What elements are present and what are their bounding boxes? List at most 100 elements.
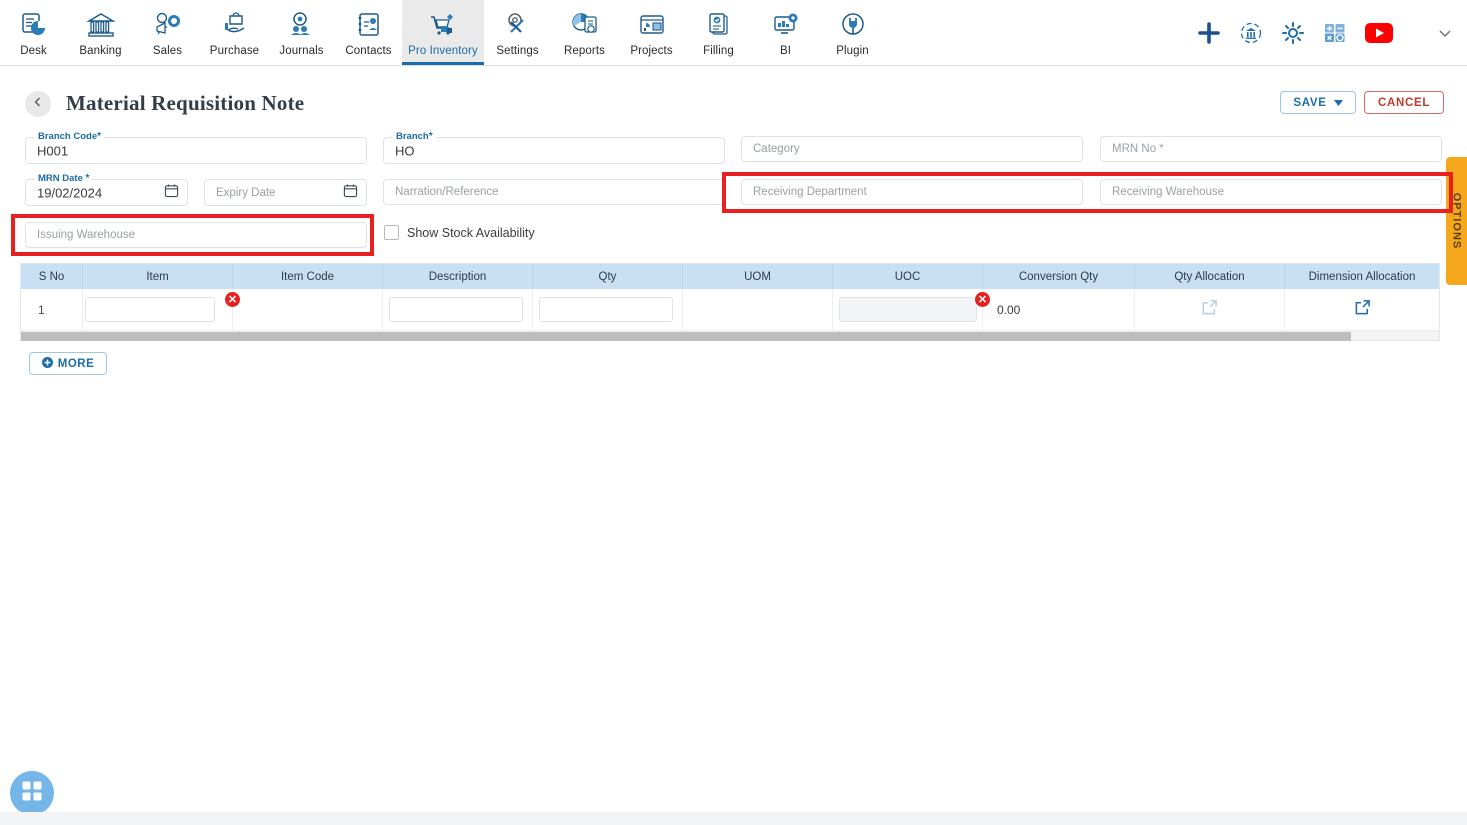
grid-apps-icon	[21, 780, 43, 807]
issuing-warehouse-placeholder: Issuing Warehouse	[37, 229, 136, 241]
grid-body: 1 ✕ ✕ 0.00	[21, 289, 1439, 331]
nav-item-filling[interactable]: Filling	[685, 0, 752, 65]
col-uom: UOM	[683, 264, 833, 289]
row-serial-number: 1	[38, 302, 45, 317]
cell-item[interactable]: ✕	[83, 289, 241, 331]
journals-gear-people-icon	[287, 8, 317, 42]
category-field[interactable]: Category	[741, 136, 1083, 162]
receiving-warehouse-field[interactable]: Receiving Warehouse	[1100, 179, 1442, 205]
mrn-no-field[interactable]: MRN No *	[1100, 136, 1442, 162]
qty-input[interactable]	[539, 297, 673, 322]
nav-item-plugin[interactable]: Plugin	[819, 0, 886, 65]
nav-label: Projects	[630, 45, 673, 57]
receiving-warehouse-placeholder: Receiving Warehouse	[1112, 186, 1225, 198]
chevron-down-icon[interactable]	[1437, 25, 1453, 41]
nav-label: Purchase	[209, 45, 260, 57]
nav-item-contacts[interactable]: Contacts	[335, 0, 402, 65]
calendar-icon[interactable]	[164, 183, 179, 203]
items-grid: S No Item Item Code Description Qty UOM …	[20, 263, 1440, 341]
narration-placeholder: Narration/Reference	[395, 186, 499, 198]
settings-tools-icon	[503, 8, 533, 42]
branch-field[interactable]: Branch* HO	[383, 131, 725, 164]
uoc-input[interactable]	[839, 297, 977, 322]
show-stock-availability-checkbox[interactable]: Show Stock Availability	[384, 225, 535, 240]
nav-item-bi[interactable]: BI	[752, 0, 819, 65]
gear-settings-icon[interactable]	[1281, 21, 1305, 45]
col-description: Description	[383, 264, 533, 289]
back-button[interactable]	[25, 91, 51, 117]
cancel-button[interactable]: CANCEL	[1364, 91, 1444, 114]
nav-item-journals[interactable]: Journals	[268, 0, 335, 65]
cell-uoc[interactable]: ✕	[833, 289, 991, 331]
nav-items-group: Desk Banking Sales Purchase Journals Con…	[0, 0, 886, 65]
cancel-label: CANCEL	[1377, 96, 1431, 109]
cell-s-no: 1	[21, 289, 83, 331]
table-row: 1 ✕ ✕ 0.00	[21, 289, 1439, 331]
nav-item-reports[interactable]: Reports	[551, 0, 618, 65]
bank-building-icon	[85, 8, 116, 42]
nav-item-projects[interactable]: Projects	[618, 0, 685, 65]
apps-grid-fab-button[interactable]	[10, 771, 54, 815]
description-input[interactable]	[389, 297, 523, 322]
calendar-icon[interactable]	[343, 183, 358, 203]
grid-scrollbar-thumb[interactable]	[21, 332, 1351, 341]
cell-qty[interactable]	[533, 289, 683, 331]
nav-item-desk[interactable]: Desk	[0, 0, 67, 65]
col-qty: Qty	[533, 264, 683, 289]
mrn-date-label: MRN Date *	[35, 173, 93, 184]
nav-item-sales[interactable]: Sales	[134, 0, 201, 65]
item-input[interactable]	[85, 297, 215, 322]
company-switch-icon[interactable]	[1239, 21, 1263, 45]
cell-dimension-allocation[interactable]	[1285, 289, 1439, 331]
expiry-date-field[interactable]: Expiry Date	[204, 179, 367, 206]
nav-item-purchase[interactable]: Purchase	[201, 0, 268, 65]
projects-board-icon	[637, 8, 667, 42]
save-label: SAVE	[1293, 96, 1327, 109]
nav-label: Settings	[496, 45, 539, 57]
branch-code-field[interactable]: Branch Code* H001	[25, 131, 367, 164]
nav-item-pro-inventory[interactable]: Pro Inventory	[402, 0, 484, 65]
nav-label: Banking	[79, 45, 122, 57]
save-button[interactable]: SAVE	[1280, 91, 1356, 114]
footer-strip	[0, 812, 1467, 825]
external-link-icon[interactable]	[1201, 299, 1218, 321]
youtube-icon[interactable]	[1365, 22, 1393, 43]
options-side-tab[interactable]: OPTIONS	[1446, 157, 1467, 285]
sales-megaphone-icon	[153, 8, 183, 42]
category-placeholder: Category	[753, 143, 800, 155]
top-right-actions	[1197, 0, 1467, 65]
grid-horizontal-scrollbar[interactable]	[21, 331, 1439, 341]
mrn-date-field[interactable]: MRN Date * 19/02/2024	[25, 173, 188, 206]
plus-add-icon[interactable]	[1197, 21, 1221, 45]
inventory-cart-icon	[428, 8, 458, 42]
mrn-date-value: 19/02/2024	[37, 185, 103, 200]
cell-uom[interactable]	[683, 289, 833, 331]
options-label: OPTIONS	[1450, 192, 1463, 250]
external-link-icon[interactable]	[1354, 299, 1371, 321]
desk-dashboard-icon	[19, 8, 49, 42]
col-conversion-qty: Conversion Qty	[983, 264, 1135, 289]
nav-label: Journals	[279, 45, 324, 57]
cell-description[interactable]	[383, 289, 533, 331]
more-button[interactable]: MORE	[29, 352, 107, 375]
page-header: Material Requisition Note SAVE CANCEL	[0, 66, 1467, 120]
nav-item-banking[interactable]: Banking	[67, 0, 134, 65]
calculator-icon[interactable]	[1323, 21, 1347, 45]
nav-item-settings[interactable]: Settings	[484, 0, 551, 65]
nav-label: Sales	[152, 45, 183, 57]
nav-label: Filling	[703, 45, 734, 57]
page-title: Material Requisition Note	[66, 91, 305, 115]
narration-field[interactable]: Narration/Reference	[383, 179, 725, 205]
issuing-warehouse-field[interactable]: Issuing Warehouse	[25, 222, 367, 248]
grid-header-row: S No Item Item Code Description Qty UOM …	[21, 264, 1439, 289]
col-uoc: UOC	[833, 264, 983, 289]
col-dimension-allocation: Dimension Allocation	[1308, 270, 1416, 283]
cell-item-code[interactable]	[233, 289, 383, 331]
top-navigation-bar: Desk Banking Sales Purchase Journals Con…	[0, 0, 1467, 66]
cell-qty-allocation[interactable]	[1135, 289, 1285, 331]
reports-piechart-icon	[570, 8, 600, 42]
item-required-error: ✕	[224, 291, 241, 308]
plus-circle-icon	[41, 356, 53, 371]
receiving-department-field[interactable]: Receiving Department	[741, 179, 1083, 205]
branch-code-value: H001	[37, 143, 69, 158]
